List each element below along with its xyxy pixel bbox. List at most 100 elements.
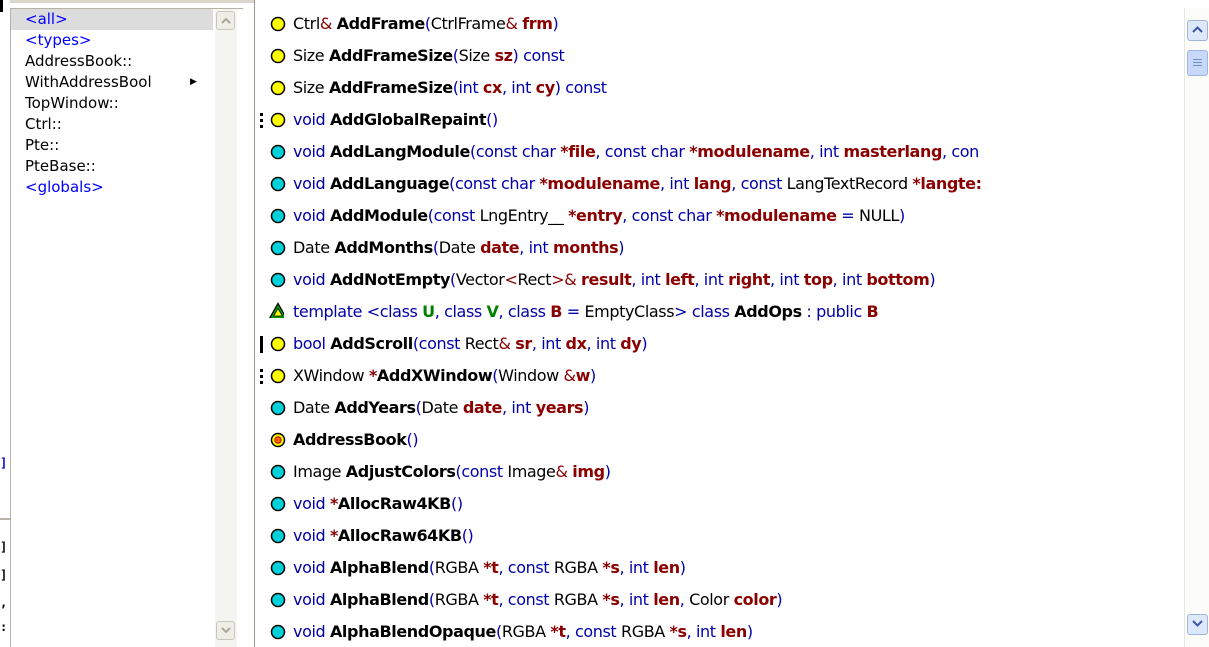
scope-item[interactable]: <globals> (11, 177, 213, 198)
signature-token: & (555, 462, 573, 481)
scroll-down-button[interactable] (1187, 614, 1208, 635)
member-row[interactable]: void AddModule(const LngEntry__ *entry, … (255, 200, 1181, 232)
yellow-circle-icon (270, 80, 286, 96)
signature-token: void (293, 206, 330, 225)
member-row[interactable]: void *AllocRaw4KB() (255, 488, 1181, 520)
scope-item[interactable]: Ctrl:: (11, 114, 213, 135)
scope-item[interactable]: PteBase:: (11, 156, 213, 177)
signature-token: AddFrame (336, 14, 426, 33)
signature-token: Date (293, 398, 335, 417)
signature-token: RGBA (553, 558, 603, 577)
member-signature: void *AllocRaw64KB() (293, 520, 474, 552)
signature-token: (const char (469, 142, 561, 161)
signature-token: Window (498, 366, 564, 385)
signature-token: , int (770, 270, 804, 289)
signature-token: U (422, 302, 435, 321)
member-row[interactable]: template <class U, class V, class B = Em… (255, 296, 1181, 328)
signature-token: (const (455, 462, 508, 481)
scroll-up-button[interactable] (216, 11, 235, 30)
member-row[interactable]: Ctrl& AddFrame(CtrlFrame& frm) (255, 8, 1181, 40)
scroll-thumb[interactable] (1187, 50, 1208, 76)
yellow-circle-icon (270, 336, 286, 352)
signature-token: (const (427, 206, 480, 225)
cyan-circle-icon (270, 464, 286, 480)
signature-token: ) const (554, 78, 607, 97)
member-signature: Image AdjustColors(const Image& img) (293, 456, 611, 488)
green-triangle-icon (269, 302, 284, 318)
signature-token: EmptyClass (584, 302, 675, 321)
signature-token: >& (551, 270, 581, 289)
signature-token: *s (602, 590, 620, 609)
signature-token: AllocRaw4KB (337, 494, 451, 513)
marker-dots-icon (257, 360, 269, 392)
signature-token: () (450, 494, 463, 513)
scope-item[interactable]: Pte:: (11, 135, 213, 156)
signature-token: NULL (859, 206, 899, 225)
signature-token: AddModule (329, 206, 428, 225)
scope-item[interactable]: TopWindow:: (11, 93, 213, 114)
signature-token: ) (583, 398, 590, 417)
member-signature: AddressBook() (293, 424, 419, 456)
signature-token: cy (535, 78, 556, 97)
member-list-scrollbar[interactable] (1184, 8, 1209, 647)
scope-item[interactable]: <types> (11, 30, 213, 51)
scope-item-label: Pte:: (25, 136, 60, 154)
member-row[interactable]: bool AddScroll(const Rect& sr, int dx, i… (255, 328, 1181, 360)
signature-token: void (293, 270, 330, 289)
signature-token: ) (776, 590, 783, 609)
signature-token: , int (694, 270, 729, 289)
member-signature: void AddModule(const LngEntry__ *entry, … (293, 200, 905, 232)
signature-token: , int (619, 558, 654, 577)
member-signature: void AddNotEmpty(Vector<Rect>& result, i… (293, 264, 936, 296)
signature-token: RGBA (501, 622, 551, 641)
signature-token: AddGlobalRepaint (329, 110, 487, 129)
signature-token: lang (693, 174, 732, 193)
signature-token: Image (293, 462, 346, 481)
cyan-circle-icon (270, 592, 286, 608)
member-row[interactable]: Date AddYears(Date date, int years) (255, 392, 1181, 424)
signature-token: , int (832, 270, 867, 289)
signature-token: & (498, 334, 516, 353)
member-row[interactable]: void AddLanguage(const char *modulename,… (255, 168, 1181, 200)
signature-token: Date (421, 398, 463, 417)
member-signature: XWindow *AddXWindow(Window &w) (293, 360, 596, 392)
member-row[interactable]: void AlphaBlendOpaque(RGBA *t, const RGB… (255, 616, 1181, 647)
member-row[interactable]: void *AllocRaw64KB() (255, 520, 1181, 552)
scope-scrollbar[interactable] (215, 9, 237, 647)
scope-list[interactable]: <all> <types> AddressBook:: WithAddressBool… (11, 9, 213, 647)
scroll-down-button[interactable] (216, 621, 235, 640)
signature-token: Vector (455, 270, 505, 289)
member-row[interactable]: XWindow *AddXWindow(Window &w) (255, 360, 1181, 392)
signature-token: < (504, 270, 518, 289)
member-row[interactable]: Image AdjustColors(const Image& img) (255, 456, 1181, 488)
scope-item[interactable]: WithAddressBool ▶ (11, 72, 213, 93)
member-row[interactable]: void AlphaBlend(RGBA *t, const RGBA *s, … (255, 584, 1181, 616)
scope-item[interactable]: AddressBook:: (11, 51, 213, 72)
scroll-up-button[interactable] (1187, 20, 1208, 41)
edge-glyph: , (0, 596, 8, 610)
member-row[interactable]: AddressBook() (255, 424, 1181, 456)
edge-glyph: ] (0, 540, 8, 554)
signature-token: () (406, 430, 419, 449)
member-row[interactable]: void AddLangModule(const char *file, con… (255, 136, 1181, 168)
signature-token: *t (483, 558, 499, 577)
member-row[interactable]: Size AddFrameSize(int cx, int cy) const (255, 72, 1181, 104)
scope-item[interactable]: <all> (11, 9, 213, 30)
member-row[interactable]: void AddNotEmpty(Vector<Rect>& result, i… (255, 264, 1181, 296)
signature-token: RGBA (553, 590, 603, 609)
cyan-circle-icon (270, 400, 286, 416)
signature-token: date (462, 398, 503, 417)
member-row[interactable]: Date AddMonths(Date date, int months) (255, 232, 1181, 264)
yellow-circle-icon (270, 48, 286, 64)
signature-token: Date (293, 238, 335, 257)
member-row[interactable]: Size AddFrameSize(Size sz) const (255, 40, 1181, 72)
member-list[interactable]: Ctrl& AddFrame(CtrlFrame& frm) Size AddFr… (255, 8, 1181, 647)
signature-token: len (653, 590, 680, 609)
signature-token: = (836, 206, 860, 225)
member-signature: template <class U, class V, class B = Em… (293, 296, 879, 328)
signature-token: AddLangModule (329, 142, 470, 161)
member-row[interactable]: void AlphaBlend(RGBA *t, const RGBA *s, … (255, 552, 1181, 584)
signature-token: void (293, 590, 330, 609)
signature-token: ) (618, 238, 625, 257)
member-row[interactable]: void AddGlobalRepaint() (255, 104, 1181, 136)
